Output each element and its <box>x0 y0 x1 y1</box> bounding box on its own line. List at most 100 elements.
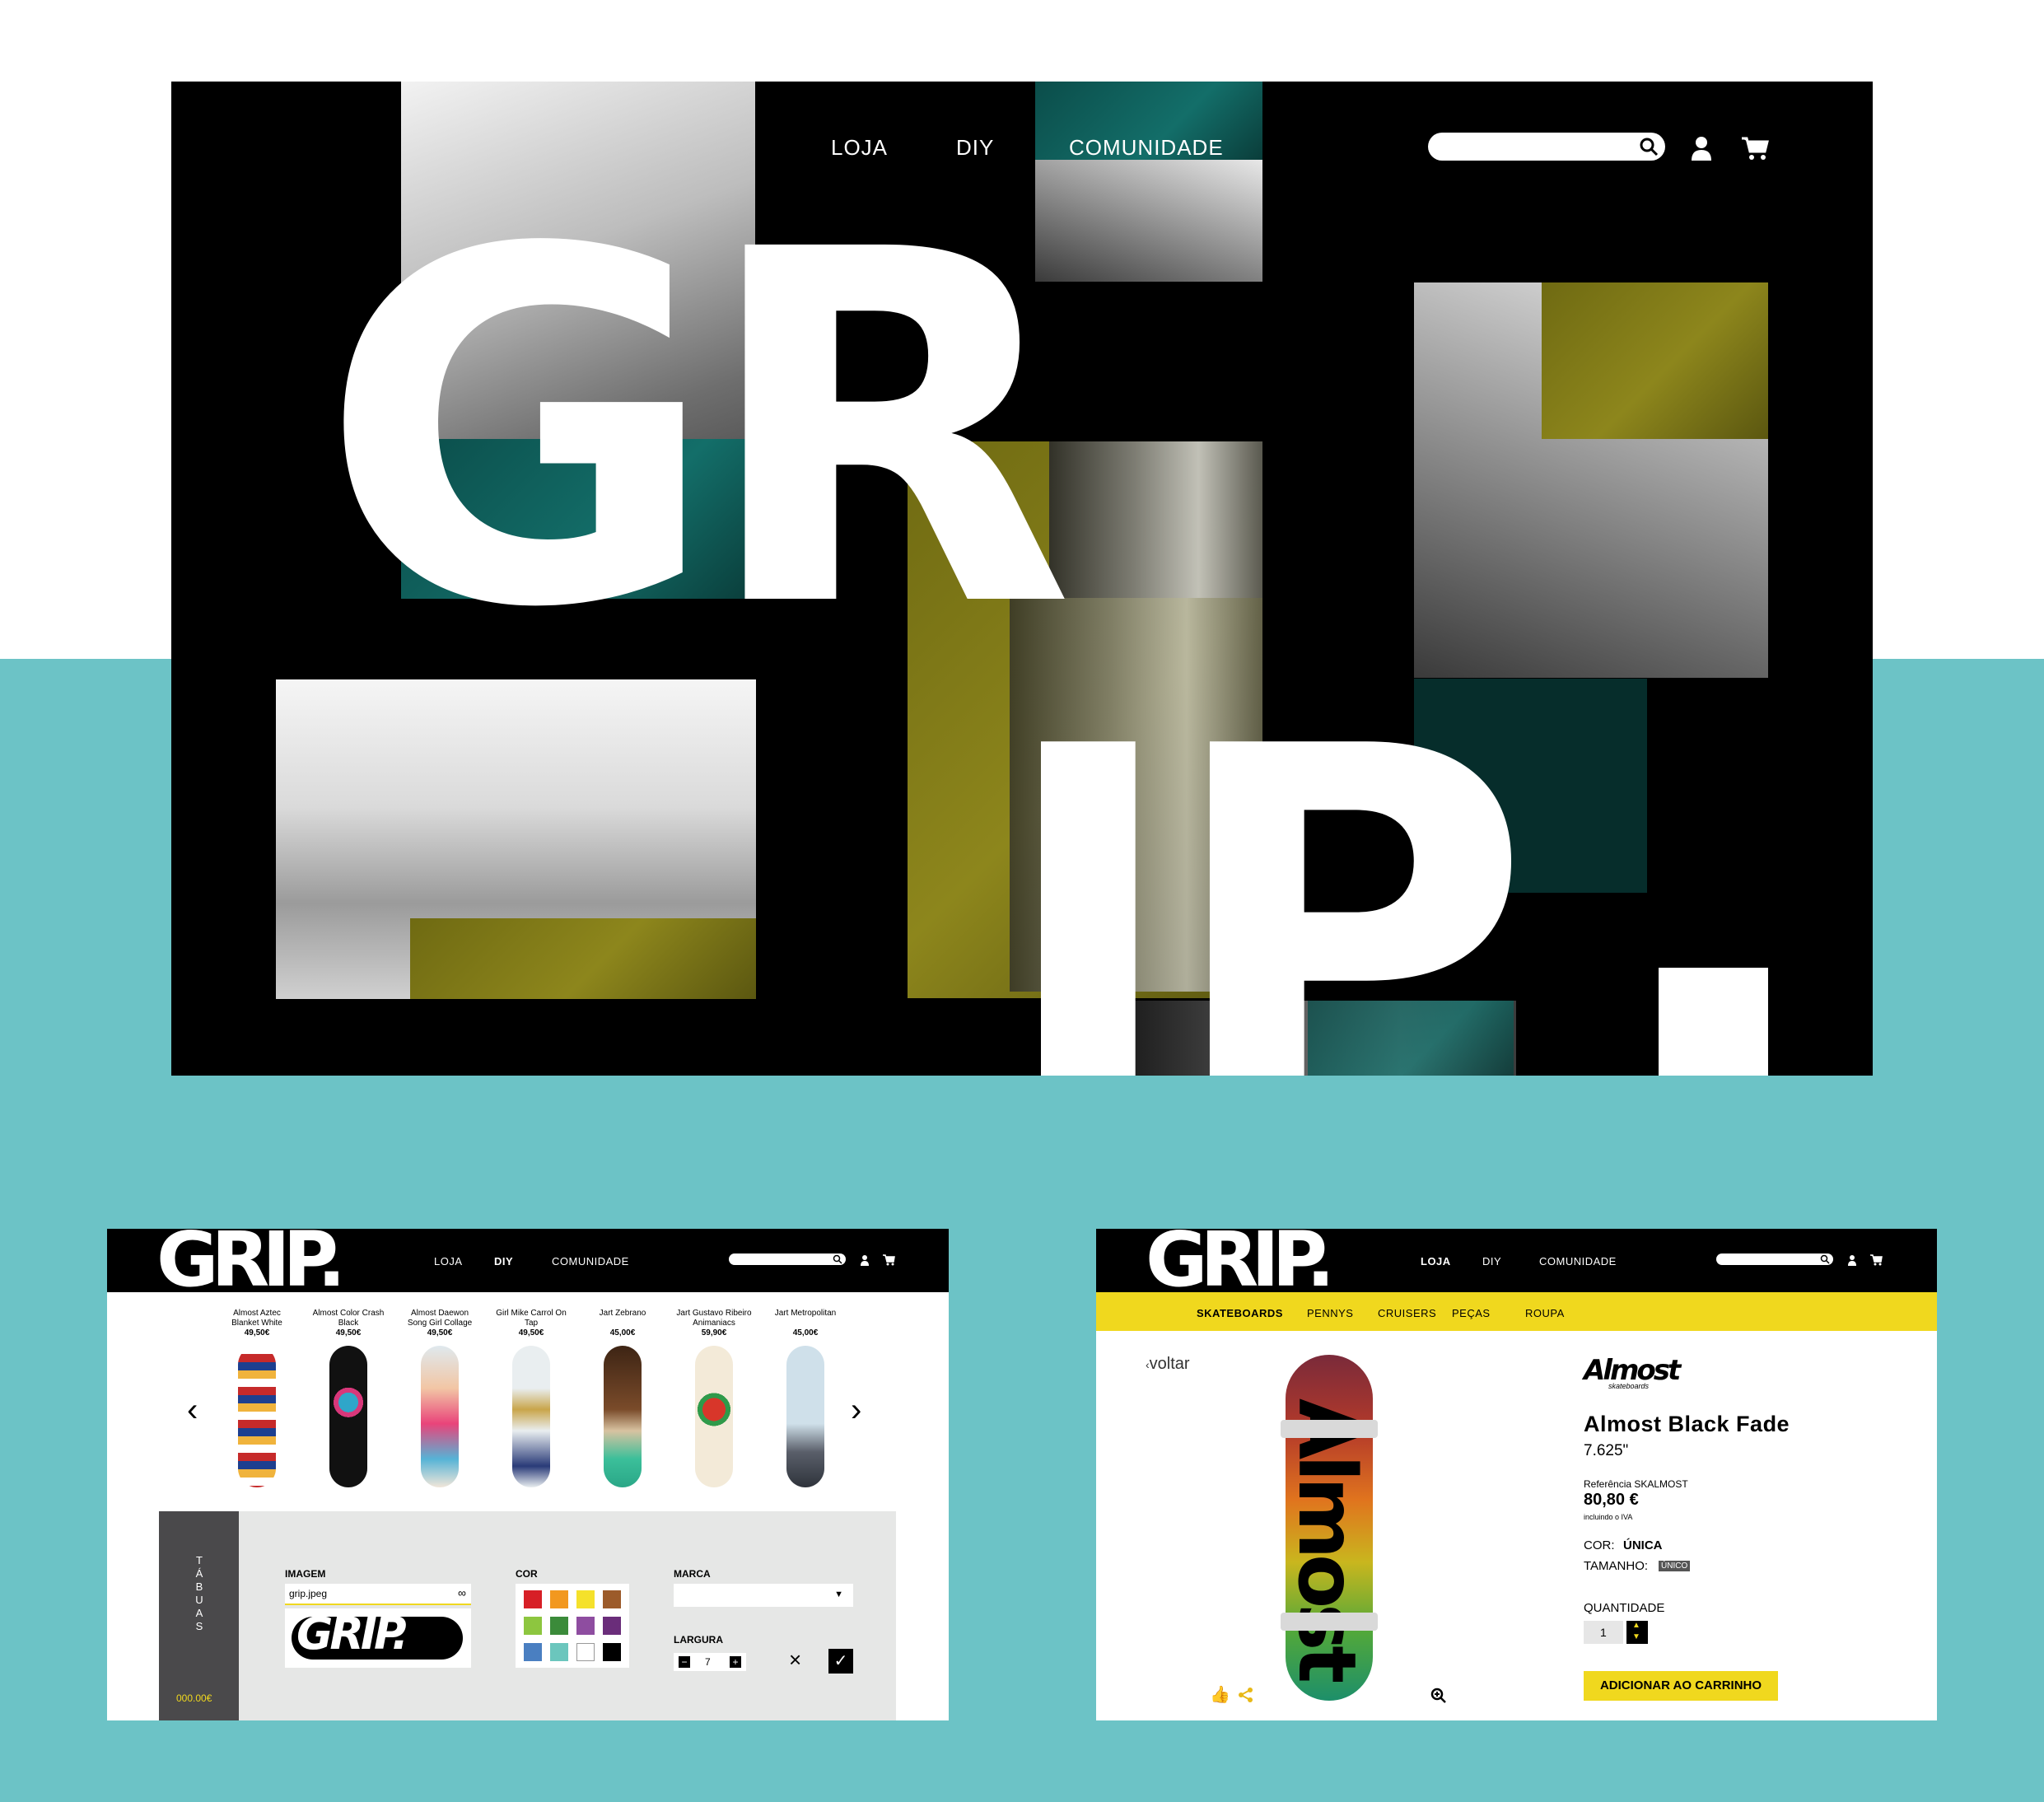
link-icon[interactable]: ∞ <box>458 1586 466 1599</box>
width-value[interactable]: 7 <box>705 1656 711 1668</box>
color-swatch-red[interactable] <box>524 1590 542 1608</box>
brand-logo-sub: skateboards <box>1608 1382 1650 1390</box>
subnav-skateboards[interactable]: SKATEBOARDS <box>1197 1307 1283 1319</box>
user-icon[interactable] <box>860 1254 870 1266</box>
check-icon[interactable]: ✓ <box>828 1649 853 1674</box>
user-icon[interactable] <box>1690 136 1713 161</box>
subnav-cruisers[interactable]: CRUISERS <box>1378 1307 1436 1319</box>
hero-logo-dot <box>1659 968 1768 1076</box>
board-price: 49,50€ <box>427 1328 453 1337</box>
back-link[interactable]: ‹voltar <box>1146 1355 1190 1374</box>
color-label: COR <box>516 1568 538 1580</box>
subnav-pennys[interactable]: PENNYS <box>1307 1307 1353 1319</box>
product-nav-comunidade[interactable]: COMUNIDADE <box>1539 1255 1617 1267</box>
quantity-field[interactable]: 1 <box>1584 1621 1623 1644</box>
color-swatch-white[interactable] <box>576 1643 595 1661</box>
product-color-value: ÚNICA <box>1623 1538 1663 1552</box>
diy-nav-comunidade[interactable]: COMUNIDADE <box>552 1255 629 1267</box>
hero-nav-loja[interactable]: LOJA <box>831 135 888 161</box>
boards-side-tab-label: TÁBUAS <box>195 1554 203 1632</box>
brand-label: MARCA <box>674 1568 711 1580</box>
photo-olive-corner <box>410 918 756 999</box>
product-search-input[interactable] <box>1716 1253 1833 1265</box>
board-name: Almost Color Crash Black <box>312 1309 385 1328</box>
deck-metropolitan[interactable] <box>786 1346 824 1487</box>
add-to-cart-button[interactable]: ADICIONAR AO CARRINHO <box>1584 1671 1778 1701</box>
product-logo[interactable]: GRIP. <box>1146 1229 1335 1298</box>
board-price: 49,50€ <box>244 1328 270 1337</box>
product-size-badge[interactable]: ÚNICO <box>1659 1561 1691 1571</box>
board-name: Jart Gustavo Ribeiro Animaniacs <box>676 1309 752 1328</box>
product-tax-note: incluindo o IVA <box>1584 1513 1633 1521</box>
search-icon[interactable] <box>1638 136 1659 157</box>
diy-search-input[interactable] <box>729 1253 846 1265</box>
product-size-label: TAMANHO: <box>1584 1559 1649 1573</box>
hero-search-input[interactable] <box>1428 133 1665 161</box>
board-price: 45,00€ <box>609 1328 636 1337</box>
product-title: Almost Black Fade <box>1584 1412 1790 1436</box>
hero-nav-diy[interactable]: DIY <box>956 135 994 161</box>
board-name: Almost Aztec Blanket White <box>231 1309 282 1328</box>
hero-logo-gr: GR <box>320 148 1075 714</box>
deck-zebrano[interactable] <box>604 1346 642 1487</box>
color-swatch-black[interactable] <box>603 1643 621 1661</box>
quantity-label: QUANTIDADE <box>1584 1601 1665 1615</box>
board-price: 59,90€ <box>701 1328 727 1337</box>
color-swatch-violet[interactable] <box>603 1617 621 1635</box>
chevron-left-icon[interactable]: ‹ <box>187 1394 198 1426</box>
product-deck-image[interactable]: Almost <box>1286 1355 1373 1701</box>
deck-animaniacs[interactable] <box>695 1346 733 1487</box>
board-price: 49,50€ <box>335 1328 362 1337</box>
dropdown-icon[interactable]: ▼ <box>834 1590 843 1599</box>
product-nav-loja[interactable]: LOJA <box>1421 1255 1451 1267</box>
zoom-icon[interactable] <box>1430 1688 1447 1704</box>
diy-nav-diy[interactable]: DIY <box>494 1255 513 1267</box>
brand-select[interactable]: ▼ <box>674 1584 853 1607</box>
thumbs-up-icon[interactable]: 👍 <box>1210 1684 1230 1705</box>
diy-logo[interactable]: GRIP. <box>156 1229 346 1298</box>
diy-nav-loja[interactable]: LOJA <box>434 1255 463 1267</box>
hero-landing: GR IP LOJA DIY COMUNIDADE <box>171 82 1873 1076</box>
product-color-label: COR: <box>1584 1538 1615 1552</box>
color-swatch-aqua[interactable] <box>550 1643 568 1661</box>
board-name: Girl Mike Carrol On Tap <box>496 1309 567 1328</box>
product-panel: GRIP. LOJA DIY COMUNIDADE SKATEBOARDS PE… <box>1096 1229 1937 1720</box>
board-name: Jart Zebrano <box>599 1309 646 1318</box>
quantity-stepper[interactable]: ▲ ▼ <box>1626 1621 1648 1644</box>
chevron-right-icon[interactable]: › <box>851 1394 861 1426</box>
color-swatch-blue[interactable] <box>524 1643 542 1661</box>
product-nav-diy[interactable]: DIY <box>1482 1255 1501 1267</box>
color-swatch-brown[interactable] <box>603 1590 621 1608</box>
diy-panel: GRIP. LOJA DIY COMUNIDADE ‹ › Almost Azt… <box>107 1229 949 1720</box>
cart-icon[interactable] <box>1741 136 1769 161</box>
deck-color-crash[interactable] <box>329 1346 367 1487</box>
deck-on-tap[interactable] <box>512 1346 550 1487</box>
user-icon[interactable] <box>1847 1254 1857 1266</box>
subnav-roupa[interactable]: ROUPA <box>1525 1307 1565 1319</box>
stepper-down-icon[interactable]: ▼ <box>1632 1632 1640 1641</box>
image-file-field[interactable]: grip.jpeg ∞ <box>285 1584 471 1605</box>
subnav-pecas[interactable]: PEÇAS <box>1452 1307 1491 1319</box>
image-file-name: grip.jpeg <box>289 1588 328 1599</box>
cart-icon[interactable] <box>1870 1254 1883 1266</box>
cart-icon[interactable] <box>883 1254 895 1266</box>
close-icon[interactable]: × <box>789 1649 801 1670</box>
color-swatch-orange[interactable] <box>550 1590 568 1608</box>
color-swatch-purple[interactable] <box>576 1617 595 1635</box>
plus-icon[interactable]: + <box>730 1656 741 1668</box>
deck-girl-collage[interactable] <box>421 1346 459 1487</box>
stepper-up-icon[interactable]: ▲ <box>1632 1621 1640 1630</box>
hero-nav-comunidade[interactable]: COMUNIDADE <box>1069 135 1224 161</box>
search-icon[interactable] <box>833 1254 842 1264</box>
color-swatch-green[interactable] <box>550 1617 568 1635</box>
share-icon[interactable] <box>1238 1687 1254 1703</box>
search-icon[interactable] <box>1820 1254 1830 1264</box>
minus-icon[interactable]: − <box>679 1656 690 1668</box>
board-name: Almost Daewon Song Girl Collage <box>407 1309 473 1328</box>
back-truck <box>1281 1613 1378 1631</box>
color-swatch-lime[interactable] <box>524 1617 542 1635</box>
board-name: Jart Metropolitan <box>774 1309 837 1318</box>
board-price: 49,50€ <box>518 1328 544 1337</box>
deck-aztec[interactable] <box>238 1346 276 1487</box>
color-swatch-yellow[interactable] <box>576 1590 595 1608</box>
